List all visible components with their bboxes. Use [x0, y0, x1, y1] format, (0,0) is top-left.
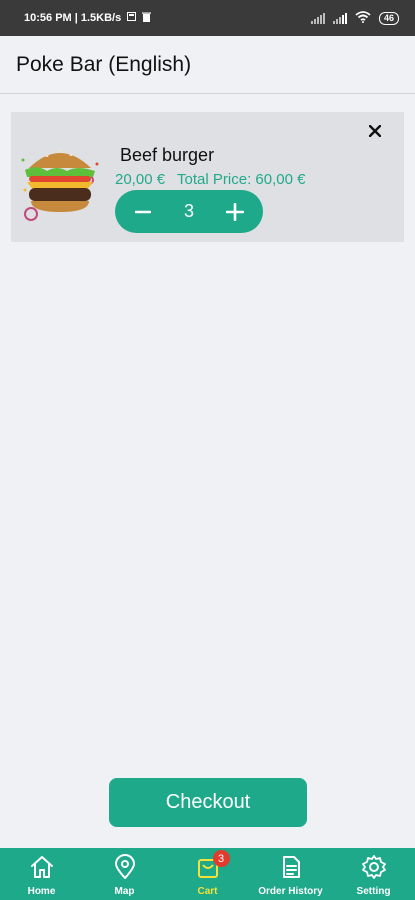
- cart-icon: 3: [195, 850, 230, 880]
- quantity-stepper: 3: [115, 190, 263, 233]
- remove-item-button[interactable]: [366, 122, 384, 140]
- gear-icon: [361, 854, 387, 880]
- cart-item: Beef burger 20,00 € Total Price: 60,00 €…: [11, 112, 404, 242]
- wifi-icon: [355, 10, 371, 26]
- status-bar: 10:56 PM | 1.5KB/s 46: [0, 0, 415, 36]
- home-icon: [29, 854, 55, 880]
- unit-price: 20,00 €: [115, 171, 166, 188]
- nav-item-order-history[interactable]: Order History: [249, 848, 332, 900]
- price-row: 20,00 € Total Price: 60,00 €: [115, 171, 305, 188]
- nav-label-map: Map: [114, 886, 135, 897]
- battery-indicator: 46: [378, 11, 399, 25]
- burger-image: [17, 140, 103, 230]
- cart-badge: 3: [212, 850, 230, 867]
- nav-label-cart: Cart: [197, 886, 218, 897]
- notification-icon: [127, 12, 137, 24]
- minus-icon: [135, 210, 151, 213]
- nav-item-home[interactable]: Home: [0, 848, 83, 900]
- checkout-button[interactable]: Checkout: [109, 778, 307, 827]
- status-time: 10:56 PM | 1.5KB/s: [24, 12, 122, 24]
- quantity-value: 3: [183, 201, 194, 221]
- trash-icon: [142, 12, 152, 25]
- nav-item-cart[interactable]: 3 Cart: [166, 848, 249, 900]
- signal-icon: [310, 12, 325, 24]
- plus-icon: [225, 202, 244, 221]
- total-price: Total Price: 60,00 €: [177, 171, 306, 188]
- increase-quantity-button[interactable]: [219, 196, 251, 228]
- signal-icon: [332, 12, 347, 24]
- decrease-quantity-button[interactable]: [127, 196, 159, 228]
- close-icon: [369, 125, 381, 137]
- document-icon: [278, 854, 304, 880]
- item-name: Beef burger: [120, 145, 215, 165]
- nav-item-map[interactable]: Map: [83, 848, 166, 900]
- map-pin-icon: [112, 854, 138, 880]
- nav-label-home: Home: [27, 886, 56, 897]
- app-header: Poke Bar (English): [0, 36, 415, 94]
- page-title: Poke Bar (English): [16, 52, 192, 76]
- bottom-nav: Home Map 3 Cart Order History Setting: [0, 848, 415, 900]
- nav-label-order-history: Order History: [258, 886, 323, 897]
- nav-label-setting: Setting: [356, 886, 391, 897]
- nav-item-setting[interactable]: Setting: [332, 848, 415, 900]
